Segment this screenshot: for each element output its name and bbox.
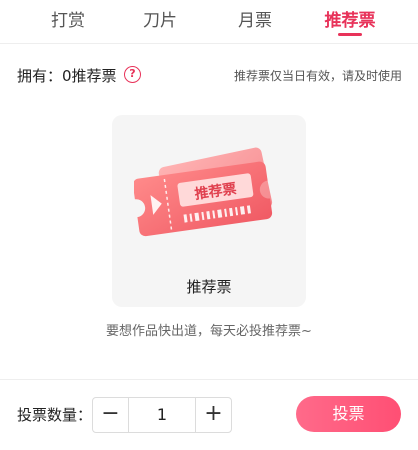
tab-blade[interactable]: 刀片	[120, 6, 200, 31]
tab-tip[interactable]: 打赏	[28, 6, 108, 31]
footer-divider	[0, 379, 418, 380]
decrease-button[interactable]: −	[93, 398, 129, 432]
notice-text: 推荐票仅当日有效，请及时使用	[233, 69, 402, 83]
owned-count: 拥有：0推荐票	[17, 67, 117, 85]
recommend-ticket-card[interactable]: 推荐票 推荐票	[112, 115, 306, 307]
active-tab-indicator	[338, 33, 362, 36]
vote-button[interactable]: 投票	[296, 396, 401, 432]
increase-button[interactable]: +	[195, 398, 231, 432]
slogan-text: 要想作品快出道，每天必投推荐票~	[106, 324, 312, 339]
quantity-stepper: − 1 +	[92, 397, 232, 433]
card-label: 推荐票	[186, 278, 232, 296]
quantity-value[interactable]: 1	[129, 398, 195, 432]
tab-recommend-ticket[interactable]: 推荐票	[310, 6, 390, 31]
help-icon[interactable]: ?	[124, 66, 141, 83]
tab-bar: 打赏 刀片 月票 推荐票	[0, 0, 418, 44]
quantity-label: 投票数量：	[17, 406, 93, 424]
tab-monthly-ticket[interactable]: 月票	[215, 6, 295, 31]
ticket-icon: 推荐票	[134, 147, 273, 237]
